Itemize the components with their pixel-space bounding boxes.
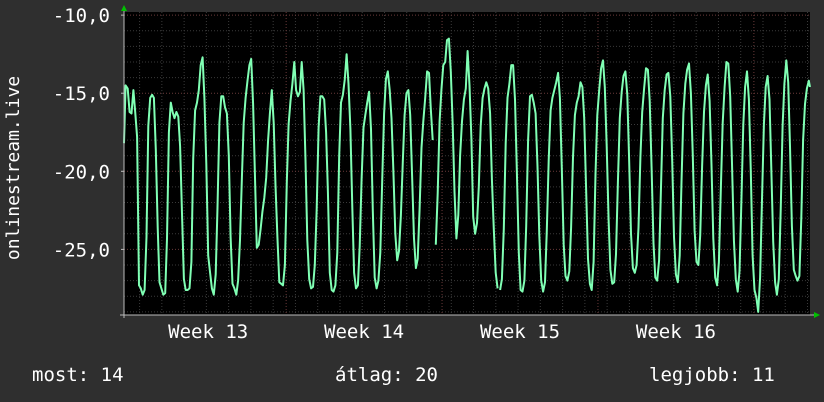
- footer-best: legjobb: 11: [649, 364, 775, 386]
- y-tick-label: -15,0: [53, 83, 110, 105]
- y-tick-label: -20,0: [53, 161, 110, 183]
- x-tick-label: Week 13: [168, 321, 248, 343]
- x-tick-label: Week 14: [324, 321, 404, 343]
- y-tick-label: -10,0: [53, 5, 110, 27]
- x-tick-label: Week 15: [480, 321, 560, 343]
- chart: -10,0 -15,0 -20,0 -25,0 Week 13 Week 14 Week …: [0, 0, 824, 402]
- y-axis-label: onlinestream.live: [3, 76, 24, 260]
- footer-current: most: 14: [32, 364, 124, 386]
- x-tick-label: Week 16: [636, 321, 716, 343]
- footer-average: átlag: 20: [335, 364, 438, 386]
- y-tick-label: -25,0: [53, 239, 110, 261]
